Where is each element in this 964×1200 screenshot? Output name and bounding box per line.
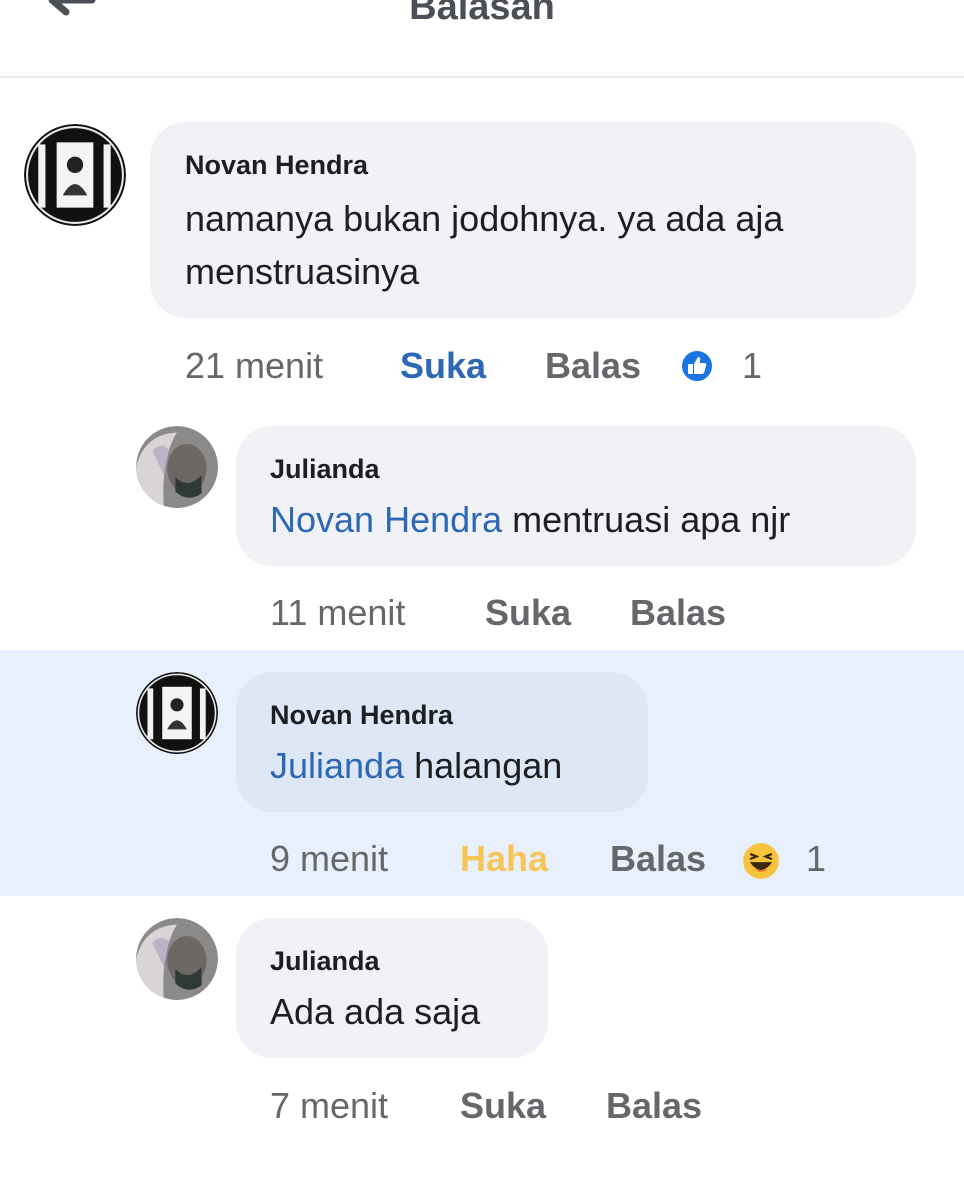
like-button[interactable]: Suka	[485, 592, 571, 634]
mention-link[interactable]: Julianda	[270, 745, 404, 786]
comment-text-line: menstruasinya	[185, 251, 420, 292]
comment-text-body: mentruasi apa njr	[502, 499, 791, 540]
like-reaction-icon[interactable]	[680, 349, 714, 383]
comment-text: Ada ada saja	[270, 991, 481, 1032]
avatar-julianda[interactable]	[136, 918, 218, 1000]
comment-author[interactable]: Novan Hendra	[185, 150, 368, 181]
page-title: Balasan	[409, 0, 555, 28]
reply-button[interactable]: Balas	[606, 1085, 702, 1127]
avatar-novan-hendra[interactable]	[24, 124, 126, 226]
header-bar: Balasan	[0, 0, 964, 78]
comment-text: Julianda halangan	[270, 739, 562, 792]
reply-button[interactable]: Balas	[545, 345, 641, 387]
comment-author[interactable]: Julianda	[270, 454, 380, 485]
comment-author[interactable]: Julianda	[270, 946, 380, 977]
mention-link[interactable]: Novan Hendra	[270, 499, 502, 540]
reply-button[interactable]: Balas	[630, 592, 726, 634]
comment-text-line: namanya bukan jodohnya. ya ada aja	[185, 198, 784, 239]
avatar-novan-hendra[interactable]	[136, 672, 218, 754]
like-button[interactable]: Suka	[460, 1085, 546, 1127]
like-button[interactable]: Suka	[400, 345, 486, 387]
comment-text-body: halangan	[404, 745, 563, 786]
comment-author[interactable]: Novan Hendra	[270, 700, 453, 731]
comment-timestamp: 21 menit	[185, 345, 324, 386]
haha-reaction-icon[interactable]	[742, 842, 780, 880]
reaction-count: 1	[742, 345, 763, 386]
haha-reaction-button[interactable]: Haha	[460, 838, 548, 880]
comment-timestamp: 11 menit	[270, 592, 406, 633]
reply-button[interactable]: Balas	[610, 838, 706, 880]
comment-text: Novan Hendra mentruasi apa njr	[270, 493, 790, 546]
comment-timestamp: 7 menit	[270, 1085, 389, 1126]
reaction-count: 1	[806, 838, 827, 879]
comment-timestamp: 9 menit	[270, 838, 389, 879]
avatar-julianda[interactable]	[136, 426, 218, 508]
comment-text: namanya bukan jodohnya. ya ada aja menst…	[185, 192, 783, 298]
